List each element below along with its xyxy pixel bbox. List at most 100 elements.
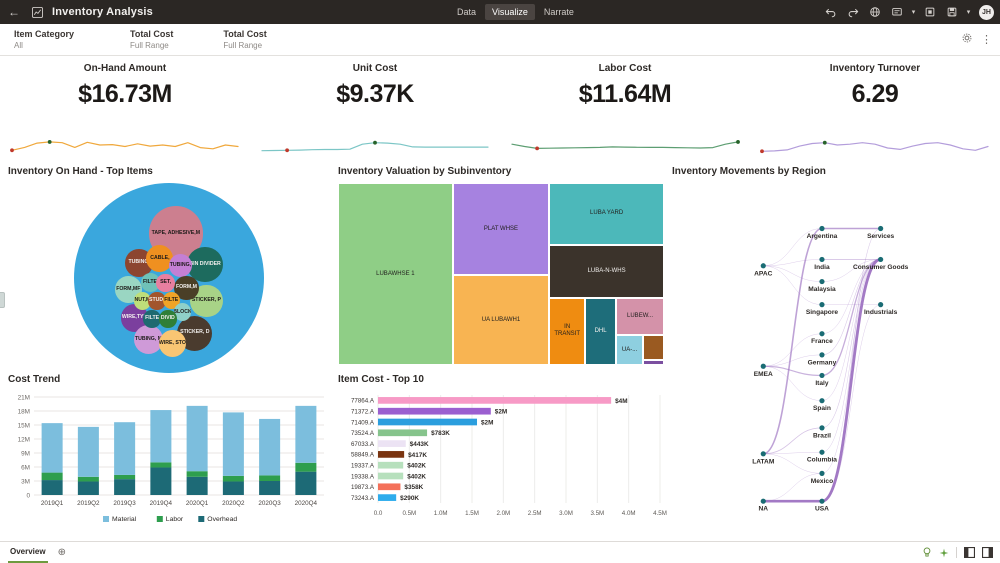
network-node[interactable] — [819, 352, 824, 357]
bar-segment[interactable] — [187, 406, 208, 471]
bar[interactable] — [378, 462, 403, 469]
bar-segment[interactable] — [150, 462, 171, 467]
save-icon[interactable] — [942, 0, 962, 24]
network-node[interactable] — [819, 425, 824, 430]
filter-total-cost-1[interactable]: Total Cost Full Range — [130, 29, 173, 51]
bar-segment[interactable] — [114, 475, 135, 479]
bulb-icon[interactable] — [922, 547, 932, 558]
network-node[interactable] — [819, 450, 824, 455]
add-sheet-icon[interactable]: ⊕ — [58, 547, 66, 558]
bar[interactable] — [378, 429, 427, 436]
filter-total-cost-2[interactable]: Total Cost Full Range — [223, 29, 266, 51]
bar-segment[interactable] — [223, 476, 244, 482]
network-node[interactable] — [878, 302, 883, 307]
bar-segment[interactable] — [114, 479, 135, 495]
network-node[interactable] — [819, 471, 824, 476]
bar[interactable] — [378, 397, 611, 404]
undo-icon[interactable] — [821, 0, 841, 24]
bar-segment[interactable] — [223, 481, 244, 495]
comment-icon[interactable] — [887, 0, 907, 24]
right-panel-icon[interactable] — [982, 547, 993, 558]
kpi-card-2[interactable]: Labor Cost$11.64M — [500, 57, 750, 159]
network-node[interactable] — [819, 331, 824, 336]
network-chart[interactable]: APACEMEALATAMNAArgentinaIndiaMalaysiaSin… — [672, 183, 998, 531]
treemap-chart[interactable]: LUBAWHSE 1PLAT WHSEUA LUBAWH1LUBA YARDLU… — [338, 183, 664, 365]
gear-icon[interactable] — [961, 32, 973, 47]
tab-narrate[interactable]: Narrate — [537, 4, 581, 20]
item-cost-chart[interactable]: 0.00.5M1.0M1.5M2.0M2.5M3.0M3.5M4.0M4.5M7… — [338, 391, 668, 535]
network-node[interactable] — [761, 451, 766, 456]
bar-segment[interactable] — [78, 477, 99, 482]
bar-segment[interactable] — [150, 467, 171, 495]
network-node[interactable] — [819, 226, 824, 231]
bar-segment[interactable] — [259, 481, 280, 495]
treemap-tile[interactable]: LUBA YARD — [549, 183, 664, 245]
bar[interactable] — [378, 451, 404, 458]
bubble-node[interactable]: SET, — [156, 274, 174, 292]
bubble-chart[interactable]: TAPE, ADHESIVE,MBIN DIVIDERSTICKER, PSTI… — [8, 183, 330, 373]
left-panel-icon[interactable] — [964, 547, 975, 558]
chevron-down-icon[interactable]: ▾ — [909, 0, 918, 24]
kpi-card-1[interactable]: Unit Cost$9.37K — [250, 57, 500, 159]
network-node[interactable] — [878, 257, 883, 262]
treemap-tile[interactable]: IN TRANSIT — [549, 298, 585, 365]
treemap-tile[interactable]: LUBAWHSE 1 — [338, 183, 453, 365]
bar[interactable] — [378, 483, 400, 490]
bubble-node[interactable]: DIVID — [159, 310, 176, 327]
legend-label[interactable]: Labor — [166, 516, 184, 523]
legend-label[interactable]: Material — [112, 516, 137, 523]
panel-resize-handle[interactable] — [0, 292, 5, 308]
back-button[interactable]: ← — [0, 5, 28, 19]
treemap-tile[interactable]: UA LUBAWH1 — [453, 275, 549, 365]
bar-segment[interactable] — [150, 410, 171, 462]
bar-segment[interactable] — [223, 412, 244, 475]
treemap-tile[interactable]: LUBA-N-WHS — [549, 245, 664, 298]
sparkle-icon[interactable] — [939, 548, 949, 558]
bar-segment[interactable] — [259, 475, 280, 481]
treemap-tile[interactable] — [643, 360, 664, 365]
treemap-tile[interactable]: DHL — [585, 298, 616, 365]
network-node[interactable] — [819, 373, 824, 378]
filter-item-category[interactable]: Item Category All — [14, 29, 74, 51]
bar[interactable] — [378, 408, 491, 415]
chevron-down-icon-2[interactable]: ▾ — [964, 0, 973, 24]
bar-segment[interactable] — [295, 406, 316, 463]
treemap-tile[interactable]: LUBEW... — [616, 298, 664, 335]
bar-segment[interactable] — [42, 480, 63, 495]
tab-data[interactable]: Data — [450, 4, 483, 20]
network-node[interactable] — [761, 499, 766, 504]
network-node[interactable] — [819, 279, 824, 284]
treemap-tile[interactable]: PLAT WHSE — [453, 183, 549, 275]
network-node[interactable] — [761, 263, 766, 268]
redo-icon[interactable] — [843, 0, 863, 24]
bar-segment[interactable] — [78, 427, 99, 477]
more-vertical-icon[interactable]: ⋮ — [981, 33, 992, 46]
network-node[interactable] — [819, 398, 824, 403]
sheet-tab-overview[interactable]: Overview — [8, 543, 48, 563]
bar[interactable] — [378, 419, 477, 426]
avatar[interactable]: JH — [979, 5, 994, 20]
treemap-tile[interactable] — [643, 335, 664, 360]
bar-segment[interactable] — [42, 473, 63, 480]
kpi-card-0[interactable]: On-Hand Amount$16.73M — [0, 57, 250, 159]
bar-segment[interactable] — [259, 419, 280, 475]
tab-visualize[interactable]: Visualize — [485, 4, 535, 20]
bar-segment[interactable] — [295, 463, 316, 472]
bar-segment[interactable] — [114, 422, 135, 475]
globe-icon[interactable] — [865, 0, 885, 24]
bar-segment[interactable] — [187, 471, 208, 477]
bar-segment[interactable] — [78, 481, 99, 495]
kpi-card-3[interactable]: Inventory Turnover6.29 — [750, 57, 1000, 159]
network-node[interactable] — [819, 302, 824, 307]
bar-segment[interactable] — [187, 477, 208, 495]
bar-segment[interactable] — [42, 423, 63, 472]
treemap-tile[interactable]: UA-... — [616, 335, 643, 365]
cost-trend-chart[interactable]: 03M6M9M12M15M18M21M2019Q12019Q22019Q3201… — [8, 391, 330, 535]
present-icon[interactable] — [920, 0, 940, 24]
bar[interactable] — [378, 440, 406, 447]
network-node[interactable] — [819, 257, 824, 262]
network-node[interactable] — [878, 226, 883, 231]
bar[interactable] — [378, 494, 396, 501]
bar-segment[interactable] — [295, 472, 316, 495]
network-node[interactable] — [761, 364, 766, 369]
